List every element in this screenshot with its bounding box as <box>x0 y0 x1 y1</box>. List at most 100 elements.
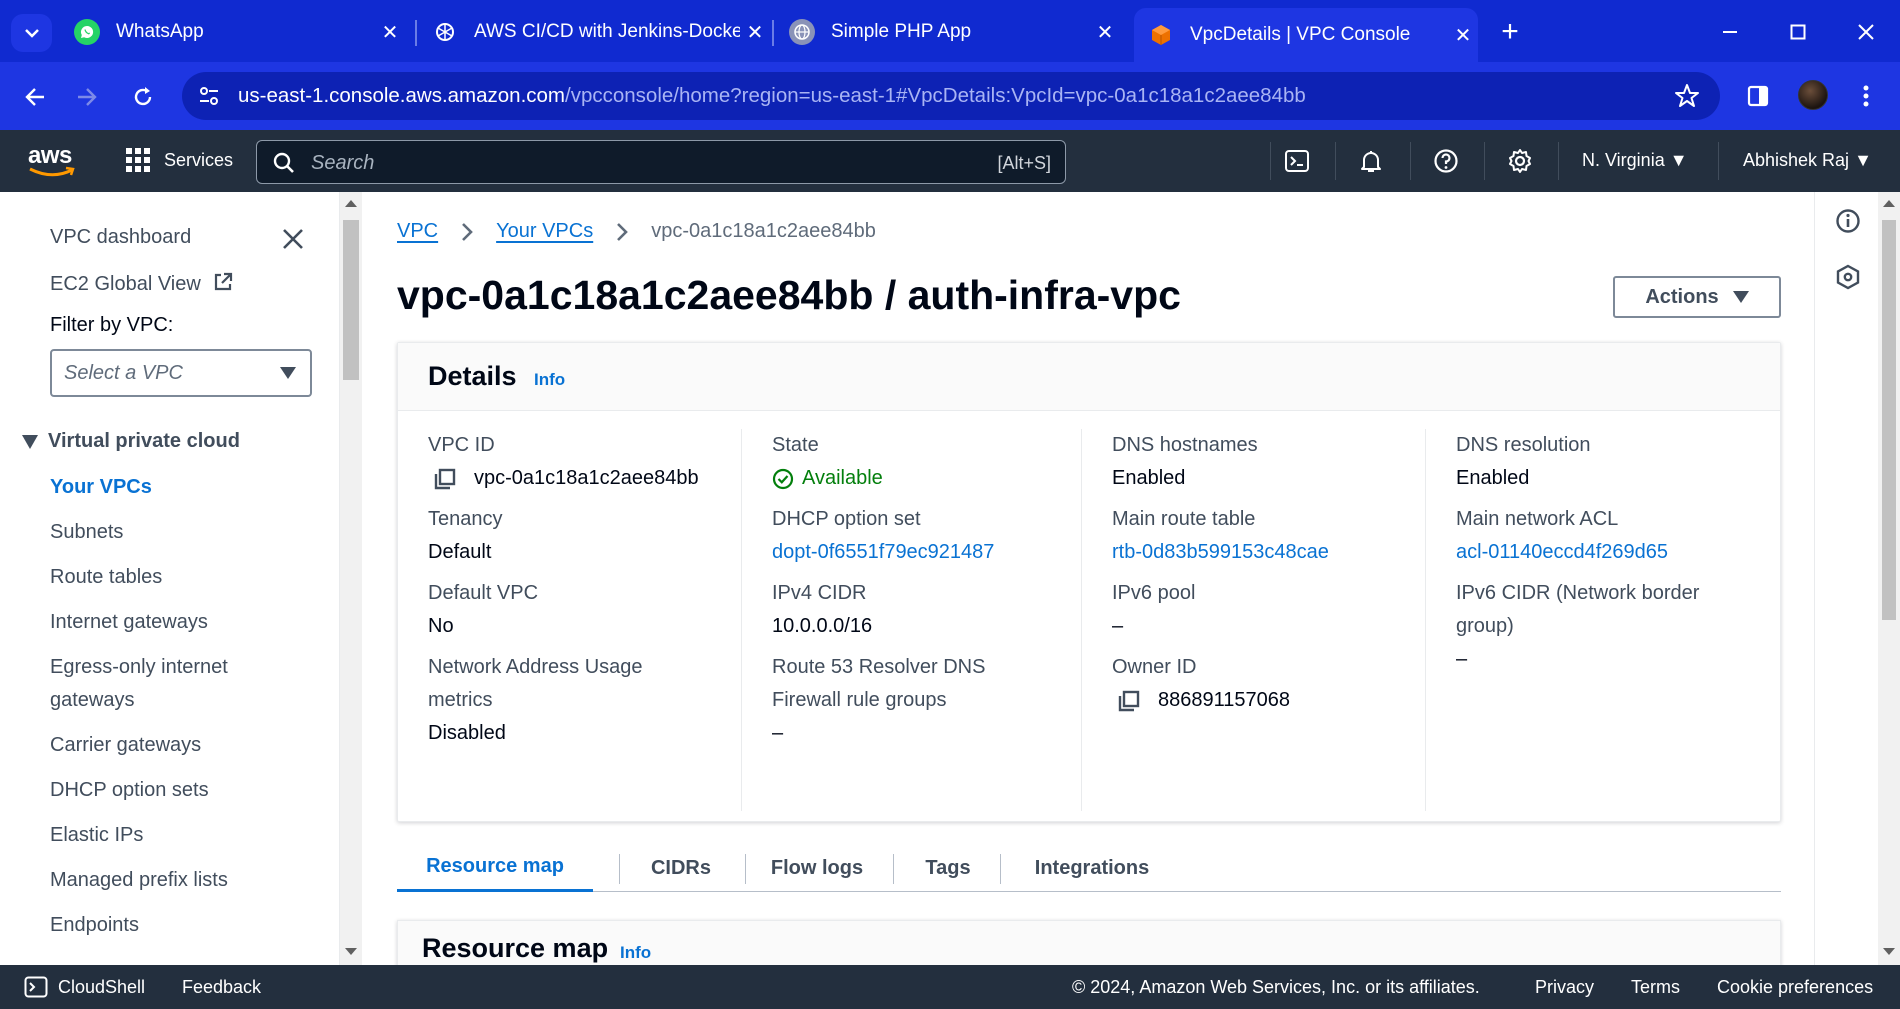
resource-map-title: Resource map <box>422 933 609 963</box>
copy-icon[interactable] <box>1118 690 1140 712</box>
nav-route-tables[interactable]: Route tables <box>50 566 162 589</box>
copy-icon[interactable] <box>434 468 456 490</box>
feedback-link[interactable]: Feedback <box>182 977 261 998</box>
site-settings-icon[interactable] <box>196 83 222 109</box>
field-label-line2: Firewall rule groups <box>772 689 947 711</box>
scroll-up-arrow[interactable] <box>1883 200 1895 207</box>
sidenav-scrollbar[interactable] <box>340 192 362 965</box>
tab-resource-map[interactable]: Resource map <box>397 844 593 892</box>
browser-tab-php-app[interactable]: Simple PHP App ✕ <box>775 10 1120 54</box>
maximize-button[interactable] <box>1770 12 1826 52</box>
field-label: DNS resolution <box>1456 434 1591 456</box>
browser-tab-whatsapp[interactable]: WhatsApp ✕ <box>60 10 405 54</box>
field-ipv6-pool: IPv6 pool – <box>1112 577 1422 643</box>
new-tab-button[interactable]: + <box>1492 14 1528 50</box>
close-icon[interactable] <box>280 226 306 252</box>
scroll-down-arrow[interactable] <box>345 948 357 955</box>
aws-smile-icon <box>29 166 75 177</box>
minimize-button[interactable] <box>1702 12 1758 52</box>
close-window-button[interactable] <box>1838 12 1894 52</box>
close-icon[interactable]: ✕ <box>375 20 405 45</box>
browser-tab-vpc-console[interactable]: VpcDetails | VPC Console ✕ <box>1134 8 1478 62</box>
nav-section-virtual-private-cloud[interactable]: Virtual private cloud <box>22 430 240 453</box>
nav-managed-prefix-lists[interactable]: Managed prefix lists <box>50 869 228 892</box>
actions-button[interactable]: Actions <box>1613 276 1781 318</box>
tab-search-button[interactable] <box>11 14 52 52</box>
tab-integrations[interactable]: Integrations <box>1002 844 1182 892</box>
back-button[interactable] <box>14 76 56 118</box>
forward-button[interactable] <box>66 76 108 118</box>
details-column-2: State Available DHCP option set dopt-0f6… <box>742 429 1082 811</box>
nav-internet-gateways[interactable]: Internet gateways <box>50 611 208 634</box>
close-icon[interactable]: ✕ <box>1090 20 1120 45</box>
field-ipv4-cidr: IPv4 CIDR 10.0.0.0/16 <box>772 577 1082 643</box>
nav-egress-only-gateways[interactable]: Egress-only internet <box>50 656 228 679</box>
nav-egress-only-gateways-line2[interactable]: gateways <box>50 689 135 712</box>
nav-subnets[interactable]: Subnets <box>50 521 123 544</box>
account-menu[interactable]: Abhishek Raj ▼ <box>1743 150 1872 171</box>
resource-map-info-link[interactable]: Info <box>620 943 651 963</box>
field-main-route-table: Main route table rtb-0d83b599153c48cae <box>1112 503 1422 569</box>
chevron-down-icon <box>24 29 39 38</box>
nav-elastic-ips[interactable]: Elastic IPs <box>50 824 143 847</box>
settings-button[interactable] <box>1505 146 1535 176</box>
terminal-icon <box>1285 150 1309 172</box>
browser-tab-chatgpt[interactable]: AWS CI/CD with Jenkins-Docker ✕ <box>418 10 770 54</box>
nav-endpoints[interactable]: Endpoints <box>50 914 139 937</box>
url-path: /vpcconsole/home?region=us-east-1#VpcDet… <box>565 84 1306 107</box>
breadcrumb-vpc[interactable]: VPC <box>397 220 438 243</box>
services-menu-button[interactable]: Services <box>126 148 233 172</box>
field-value: 10.0.0.0/16 <box>772 615 873 637</box>
search-input[interactable]: Search [Alt+S] <box>256 140 1066 184</box>
browser-profile-avatar[interactable] <box>1798 80 1828 110</box>
tab-tags[interactable]: Tags <box>895 844 1001 892</box>
minimize-icon <box>1723 31 1737 33</box>
scrollbar-thumb[interactable] <box>1882 220 1896 620</box>
aws-logo[interactable]: aws <box>28 142 78 178</box>
page-scrollbar[interactable] <box>1878 192 1900 965</box>
info-circle-icon[interactable] <box>1835 208 1861 234</box>
side-panel-button[interactable] <box>1740 78 1776 114</box>
cloudshell-button[interactable] <box>1282 146 1312 176</box>
nav-ec2-global-view[interactable]: EC2 Global View <box>50 271 234 296</box>
close-icon[interactable]: ✕ <box>1448 23 1478 48</box>
field-route53-resolver: Route 53 Resolver DNS Firewall rule grou… <box>772 651 1082 750</box>
hexagon-settings-icon[interactable] <box>1835 264 1861 290</box>
scroll-down-arrow[interactable] <box>1883 948 1895 955</box>
nav-dhcp-option-sets[interactable]: DHCP option sets <box>50 779 209 802</box>
tab-cidrs[interactable]: CIDRs <box>621 844 741 892</box>
cloudshell-link[interactable]: CloudShell <box>58 977 145 998</box>
main-route-table-link[interactable]: rtb-0d83b599153c48cae <box>1112 536 1422 569</box>
details-info-link[interactable]: Info <box>534 370 565 390</box>
help-button[interactable] <box>1431 146 1461 176</box>
privacy-link[interactable]: Privacy <box>1535 977 1594 998</box>
reload-button[interactable] <box>122 76 164 118</box>
nav-carrier-gateways[interactable]: Carrier gateways <box>50 734 201 757</box>
region-label: N. Virginia <box>1582 150 1665 170</box>
address-bar[interactable]: us-east-1.console.aws.amazon.com/vpccons… <box>182 72 1720 120</box>
side-panel-icon <box>1747 85 1769 107</box>
vpc-filter-select[interactable]: Select a VPC <box>50 349 312 397</box>
notifications-button[interactable] <box>1356 146 1386 176</box>
cookie-preferences-link[interactable]: Cookie preferences <box>1717 977 1873 998</box>
scrollbar-thumb[interactable] <box>343 220 359 380</box>
breadcrumb-your-vpcs[interactable]: Your VPCs <box>496 220 593 243</box>
field-value: – <box>1112 615 1124 637</box>
browser-menu-button[interactable] <box>1848 78 1884 114</box>
bookmark-star-icon[interactable] <box>1674 83 1700 109</box>
scroll-up-arrow[interactable] <box>345 200 357 207</box>
detail-tabs: Resource map CIDRs Flow logs Tags Integr… <box>397 844 1781 892</box>
chatgpt-icon <box>432 19 458 45</box>
close-icon[interactable]: ✕ <box>740 20 770 45</box>
search-placeholder: Search <box>311 152 375 174</box>
dhcp-option-set-link[interactable]: dopt-0f6551f79ec921487 <box>772 536 1082 569</box>
region-selector[interactable]: N. Virginia ▼ <box>1582 150 1688 171</box>
terms-link[interactable]: Terms <box>1631 977 1680 998</box>
main-content: VPC Your VPCs vpc-0a1c18a1c2aee84bb vpc-… <box>362 192 1814 965</box>
nav-vpc-dashboard[interactable]: VPC dashboard <box>50 226 191 249</box>
nav-section-label: Virtual private cloud <box>48 430 240 452</box>
breadcrumb: VPC Your VPCs vpc-0a1c18a1c2aee84bb <box>397 220 876 243</box>
tab-flow-logs[interactable]: Flow logs <box>747 844 887 892</box>
nav-your-vpcs[interactable]: Your VPCs <box>50 476 152 499</box>
main-network-acl-link[interactable]: acl-01140eccd4f269d65 <box>1456 536 1766 569</box>
